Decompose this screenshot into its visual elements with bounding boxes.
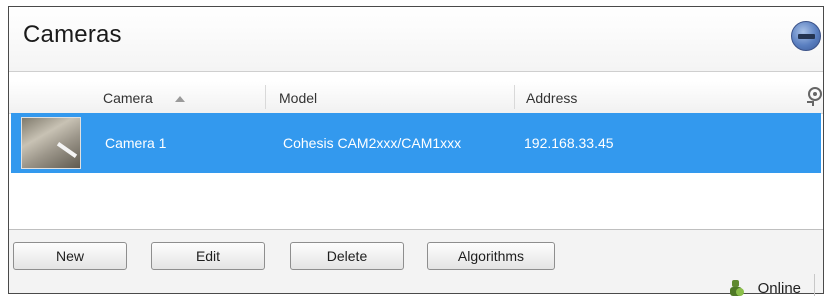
camera-name-cell: Camera 1 bbox=[105, 135, 167, 151]
table-row[interactable]: Camera 1 Cohesis CAM2xxx/CAM1xxx 192.168… bbox=[11, 113, 821, 173]
status-indicator: Online bbox=[729, 280, 801, 297]
camera-model-cell: Cohesis CAM2xxx/CAM1xxx bbox=[283, 135, 462, 151]
algorithms-button[interactable]: Algorithms bbox=[427, 242, 555, 270]
divider bbox=[814, 274, 815, 296]
minimize-icon[interactable] bbox=[791, 21, 821, 51]
new-button[interactable]: New bbox=[13, 242, 127, 270]
action-toolbar: New Edit Delete Algorithms Online bbox=[9, 230, 823, 297]
column-label-camera: Camera bbox=[103, 90, 153, 106]
column-settings-icon[interactable] bbox=[805, 85, 823, 107]
column-header-camera[interactable]: Camera bbox=[103, 90, 185, 106]
sort-ascending-icon bbox=[174, 96, 185, 103]
table-header: Camera Model Address bbox=[9, 81, 823, 114]
camera-address-cell: 192.168.33.45 bbox=[524, 135, 614, 151]
delete-button[interactable]: Delete bbox=[290, 242, 404, 270]
column-header-address[interactable]: Address bbox=[526, 90, 577, 106]
panel-header: Cameras bbox=[9, 7, 823, 72]
column-header-model[interactable]: Model bbox=[279, 90, 317, 106]
cameras-panel: Cameras Camera Model Address Camera 1 Co… bbox=[8, 6, 824, 297]
page-title: Cameras bbox=[23, 21, 122, 48]
status-text: Online bbox=[757, 280, 801, 297]
edit-button[interactable]: Edit bbox=[151, 242, 265, 270]
online-status-icon bbox=[729, 280, 744, 296]
camera-thumbnail bbox=[21, 117, 81, 169]
